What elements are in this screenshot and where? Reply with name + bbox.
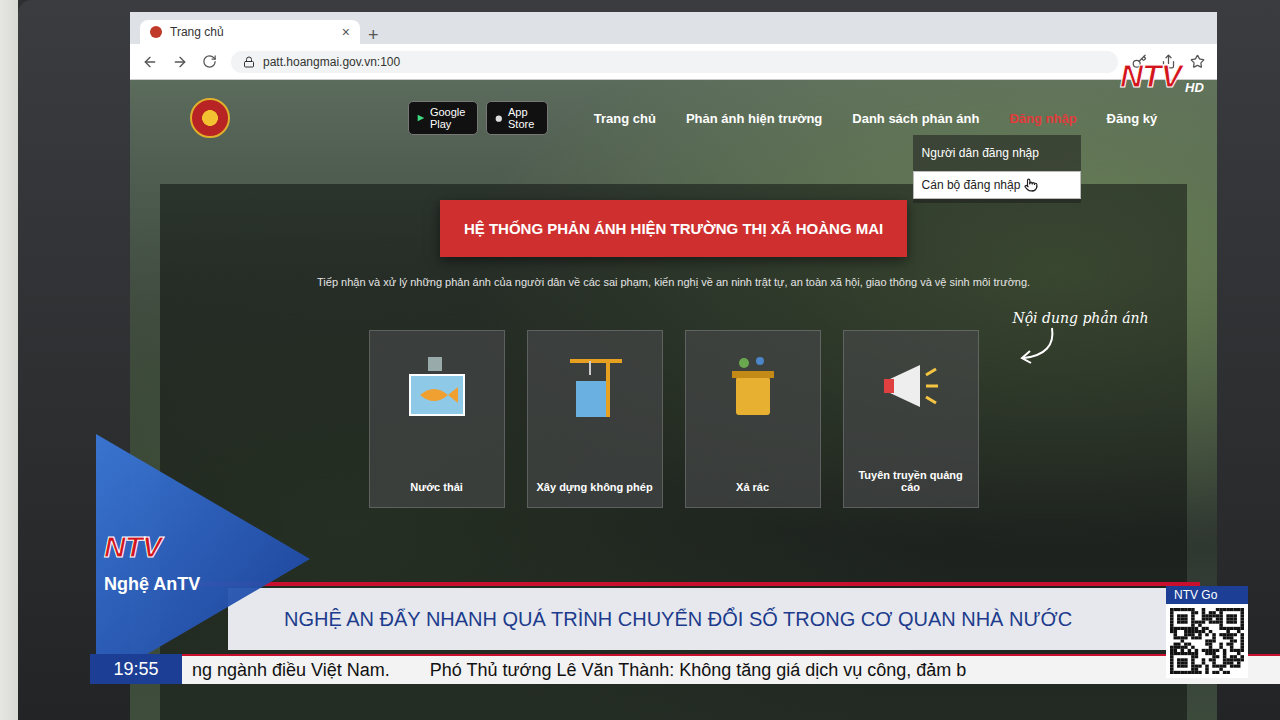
headline-bar: NGHỆ AN ĐẨY NHANH QUÁ TRÌNH CHUYỂN ĐỔI S… [228,588,1170,650]
category-card[interactable]: Xả rác [685,330,821,508]
channel-logo: NTVNghệ AnTV [104,530,200,595]
nav-item[interactable]: Danh sách phản ánh [852,111,979,126]
megaphone-icon [876,351,946,421]
qr-label: NTV Go [1166,586,1248,604]
lock-icon [243,56,255,68]
main-nav: Trang chủ Phản ánh hiện trường Danh sách p… [594,111,1157,126]
nav-item[interactable]: Trang chủ [594,111,656,126]
construction-icon [560,351,630,421]
cursor-icon [1024,178,1038,192]
store-badges: Google PlayApp Store [408,101,548,135]
ticker-item: Phó Thủ tướng Lê Văn Thành: Không tăng g… [430,660,967,681]
corner-logo: NTVHD [1120,58,1204,95]
lower-third-line [180,582,1200,586]
back-icon[interactable] [142,54,158,70]
play-icon [417,112,425,124]
browser-tab[interactable]: Trang chủ × [140,20,360,44]
favicon-icon [150,26,162,38]
hint-label: Nội dung phản ánh [1012,310,1148,366]
nav-item[interactable]: Đăng nhậpNgười dân đăng nhậpCán bộ đăng … [1009,111,1076,126]
site-header: Google PlayApp Store Trang chủ Phản ánh hi… [190,80,1157,146]
category-card[interactable]: Xây dựng không phép [527,330,663,508]
category-list: Nước thảiXây dựng không phépXả rácTuyên … [369,330,979,508]
login-menu-item[interactable]: Cán bộ đăng nhập [913,171,1081,199]
ticker-item: ng ngành điều Việt Nam. [192,660,390,681]
wastewater-icon [402,351,472,421]
emblem-icon[interactable] [190,98,230,138]
star-icon[interactable] [1190,54,1205,69]
clock: 19:55 [90,654,182,684]
qr-code-icon[interactable] [1166,604,1248,678]
address-row: patt.hoangmai.gov.vn:100 [130,44,1217,80]
tv-frame: Trang chủ × + patt.hoangmai.gov.vn:100 Googl… [0,0,1280,720]
tab-strip: Trang chủ × + [130,12,1217,44]
apple-icon [495,112,503,124]
store-badge[interactable]: App Store [486,101,547,135]
category-area: Nước thảiXây dựng không phépXả rácTuyên … [369,330,979,508]
system-banner: HỆ THỐNG PHẢN ÁNH HIỆN TRƯỜNG THỊ XÃ HOÀ… [440,200,907,257]
forward-icon[interactable] [172,54,188,70]
address-field[interactable]: patt.hoangmai.gov.vn:100 [231,51,1118,73]
login-menu-item[interactable]: Người dân đăng nhập [913,139,1081,167]
curved-arrow-icon [1012,326,1062,366]
new-tab-button[interactable]: + [368,26,379,44]
intro-text: Tiếp nhận và xử lý những phản ánh của ng… [317,275,1030,290]
nav-item[interactable]: Đăng ký [1107,111,1158,126]
category-card[interactable]: Tuyên truyền quảng cáo [843,330,979,508]
nav-item[interactable]: Phản ánh hiện trường [686,111,822,126]
address-text: patt.hoangmai.gov.vn:100 [263,55,400,69]
reload-icon[interactable] [202,54,217,69]
qr-block: NTV Go [1166,586,1248,678]
category-card[interactable]: Nước thải [369,330,505,508]
store-badge[interactable]: Google Play [408,101,478,135]
close-tab-button[interactable]: × [342,25,350,39]
news-ticker: ng ngành điều Việt Nam. Phó Thủ tướng Lê … [182,654,1280,684]
tab-title: Trang chủ [170,25,334,39]
trash-icon [718,351,788,421]
login-menu: Người dân đăng nhập Cán bộ đăng nhập [913,135,1081,203]
